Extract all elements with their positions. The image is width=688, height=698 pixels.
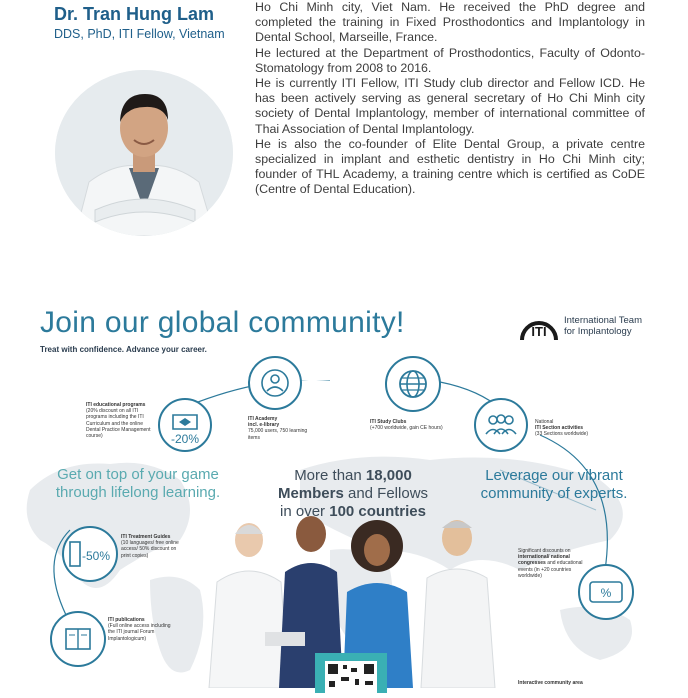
bio-paragraph: Ho Chi Minh city, Viet Nam. He received … bbox=[255, 0, 645, 45]
right-headline-line: community of experts. bbox=[480, 485, 628, 502]
right-headline-line: Leverage our vibrant bbox=[485, 467, 623, 484]
iti-org-name-line: International Team bbox=[564, 315, 642, 326]
guides-caption-title: ITI Treatment Guides bbox=[121, 534, 171, 540]
academy-caption-title: ITI Academy bbox=[248, 416, 278, 422]
doctor-portrait bbox=[55, 70, 233, 236]
members-count: 18,000 bbox=[365, 467, 412, 484]
interactive-caption-title: Interactive community area bbox=[518, 680, 583, 686]
section-caption-pre: National bbox=[535, 419, 554, 425]
bio-paragraph: He is also the co-founder of Elite Denta… bbox=[255, 136, 645, 197]
section-caption: National ITI Section activities (33 Sect… bbox=[535, 419, 615, 438]
doctor-name: Dr. Tran Hung Lam bbox=[54, 4, 215, 24]
community-subtitle: Treat with confidence. Advance your care… bbox=[40, 345, 207, 354]
guides-caption: ITI Treatment Guides (10 languages/ free… bbox=[121, 534, 181, 559]
iti-org-name: International Team for Implantology bbox=[564, 315, 642, 337]
section-caption-body: (33 Sections worldwide) bbox=[535, 431, 589, 438]
congress-discount-text: % bbox=[601, 586, 612, 600]
members-label: Members bbox=[277, 485, 344, 502]
study-club-caption: ITI Study Clubs (+700 worldwide, gain CE… bbox=[370, 419, 470, 431]
guides-discount-text: -50% bbox=[82, 549, 110, 563]
members-headline-text: and Fellows bbox=[347, 485, 429, 502]
globe-icon bbox=[385, 356, 441, 412]
publications-caption-body: (Full online access including the ITI jo… bbox=[108, 623, 171, 642]
education-badge-icon: -20% bbox=[158, 398, 212, 452]
interactive-caption: Interactive community area bbox=[518, 680, 608, 686]
guides-caption-body: (10 languages/ free online access/ 50% d… bbox=[121, 540, 179, 559]
group-icon bbox=[474, 398, 528, 452]
left-headline-line: through lifelong learning. bbox=[55, 484, 221, 501]
iti-logo-text: ITI bbox=[531, 324, 546, 339]
bio-paragraph: He lectured at the Department of Prostho… bbox=[255, 45, 645, 75]
left-headline-line: Get on top of your game bbox=[57, 466, 219, 483]
congress-caption-pre: Significant discounts on bbox=[518, 548, 571, 554]
edu-caption-body: (20% discount on all ITI programs includ… bbox=[86, 408, 151, 440]
book-discount-icon: -50% bbox=[62, 526, 118, 582]
section-caption-title: ITI Section activities bbox=[535, 425, 584, 432]
right-headline: Leverage our vibrant community of expert… bbox=[470, 467, 638, 503]
members-headline-text: More than bbox=[294, 467, 362, 484]
publications-caption-title: ITI publications bbox=[108, 617, 145, 623]
study-club-caption-title: ITI Study Clubs bbox=[370, 419, 407, 425]
community-title: Join our global community! bbox=[40, 306, 405, 339]
edu-caption: ITI educational programs (20% discount o… bbox=[86, 402, 158, 439]
publication-icon bbox=[50, 611, 106, 667]
iti-logo: ITI bbox=[520, 321, 558, 341]
doctor-credentials: DDS, PhD, ITI Fellow, Vietnam bbox=[54, 27, 225, 41]
iti-org-name-line: for Implantology bbox=[564, 326, 632, 337]
academy-caption-body: 75,000 users, 750 learning items bbox=[248, 428, 308, 441]
left-headline: Get on top of your game through lifelong… bbox=[52, 466, 224, 502]
congress-caption: Significant discounts on international/ … bbox=[518, 548, 586, 579]
academy-caption: ITI Academy incl. e-library 75,000 users… bbox=[248, 416, 318, 441]
academy-caption-sub: incl. e-library bbox=[248, 422, 280, 429]
study-club-caption-body: (+700 worldwide, gain CE hours) bbox=[370, 425, 443, 432]
bio-paragraph: He is currently ITI Fellow, ITI Study cl… bbox=[255, 76, 645, 136]
academy-icon bbox=[248, 356, 302, 410]
publications-caption: ITI publications (Full online access inc… bbox=[108, 617, 172, 642]
qr-code[interactable] bbox=[315, 653, 387, 693]
education-discount-text: -20% bbox=[171, 432, 199, 446]
doctor-bio: Ho Chi Minh city, Viet Nam. He received … bbox=[255, 0, 645, 198]
congress-discount-icon: % bbox=[578, 564, 634, 620]
edu-caption-title: ITI educational programs bbox=[86, 402, 146, 408]
